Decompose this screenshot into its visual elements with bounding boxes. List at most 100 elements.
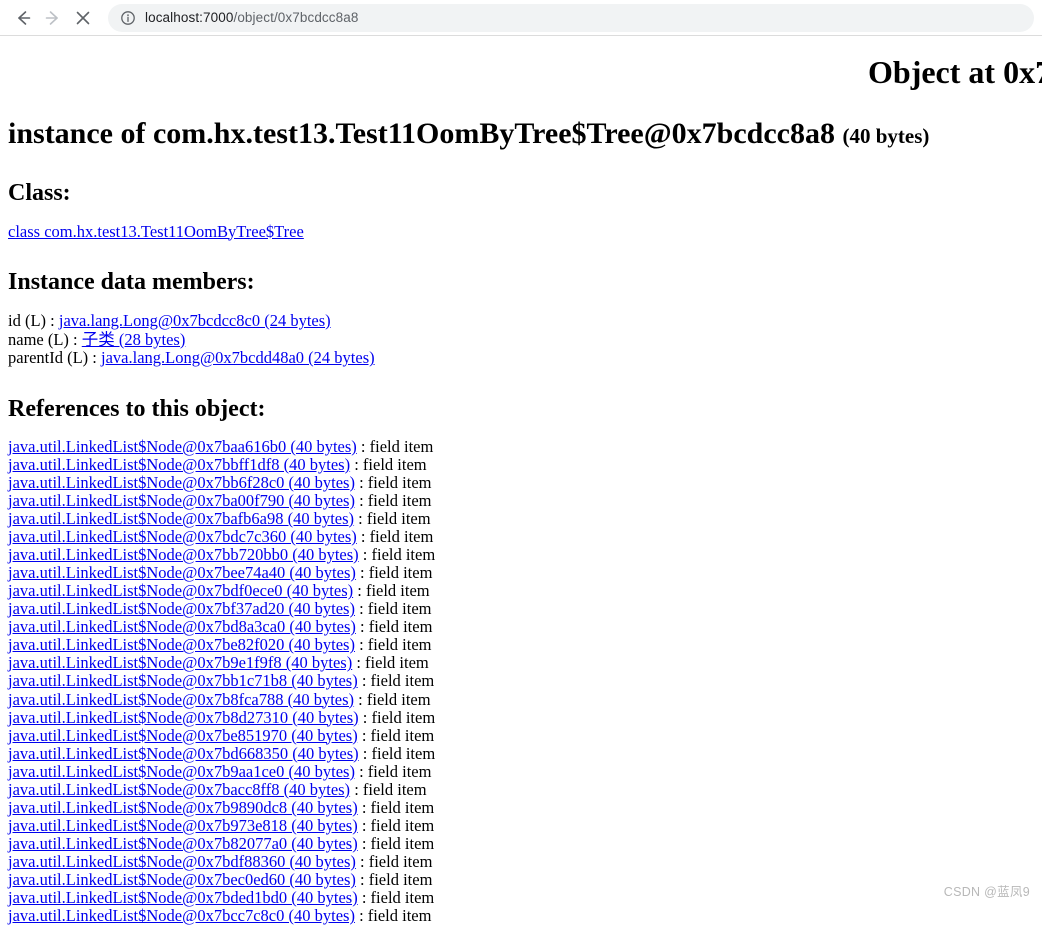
reference-link[interactable]: java.util.LinkedList$Node@0x7b973e818 (4… bbox=[8, 816, 358, 835]
reference-field-label: : field item bbox=[353, 581, 430, 601]
reference-row: java.util.LinkedList$Node@0x7bf37ad20 (4… bbox=[8, 600, 1034, 618]
reference-link[interactable]: java.util.LinkedList$Node@0x7bb1c71b8 (4… bbox=[8, 671, 358, 690]
member-row: parentId (L) : java.lang.Long@0x7bcdd48a… bbox=[8, 348, 1034, 368]
reference-field-label: : field item bbox=[357, 797, 435, 817]
watermark: CSDN @蓝凤9 bbox=[943, 885, 1030, 899]
forward-arrow-icon bbox=[43, 8, 63, 28]
forward-button[interactable] bbox=[38, 3, 68, 33]
reference-row: java.util.LinkedList$Node@0x7bb1c71b8 (4… bbox=[8, 672, 1034, 690]
reference-field-label: : field item bbox=[355, 851, 433, 871]
reference-row: java.util.LinkedList$Node@0x7bacc8ff8 (4… bbox=[8, 780, 1034, 799]
reference-link[interactable]: java.util.LinkedList$Node@0x7be82f020 (4… bbox=[8, 635, 355, 654]
reference-link[interactable]: java.util.LinkedList$Node@0x7bbff1df8 (4… bbox=[8, 455, 350, 474]
reference-link[interactable]: java.util.LinkedList$Node@0x7b8fca788 (4… bbox=[8, 690, 354, 709]
member-label: name (L) : bbox=[8, 329, 78, 349]
reference-link[interactable]: java.util.LinkedList$Node@0x7bd668350 (4… bbox=[8, 744, 359, 763]
reference-row: java.util.LinkedList$Node@0x7bdf88360 (4… bbox=[8, 851, 1034, 871]
back-button[interactable] bbox=[8, 3, 38, 33]
object-heading: instance of com.hx.test13.Test11OomByTre… bbox=[8, 117, 1034, 152]
reference-row: java.util.LinkedList$Node@0x7bbff1df8 (4… bbox=[8, 454, 1034, 474]
class-link[interactable]: class com.hx.test13.Test11OomByTree$Tree bbox=[8, 222, 304, 241]
reference-link[interactable]: java.util.LinkedList$Node@0x7bf37ad20 (4… bbox=[8, 599, 355, 618]
reference-row: java.util.LinkedList$Node@0x7b82077a0 (4… bbox=[8, 833, 1034, 853]
stop-x-icon bbox=[73, 8, 93, 28]
reference-link[interactable]: java.util.LinkedList$Node@0x7bded1bd0 (4… bbox=[8, 888, 358, 907]
reference-link[interactable]: java.util.LinkedList$Node@0x7b9890dc8 (4… bbox=[8, 798, 358, 817]
page-info-icon[interactable] bbox=[120, 10, 136, 26]
reference-link[interactable]: java.util.LinkedList$Node@0x7be851970 (4… bbox=[8, 726, 358, 745]
object-size: (40 bytes) bbox=[842, 124, 930, 148]
reference-field-label: : field item bbox=[354, 472, 432, 492]
stop-loading-button[interactable] bbox=[68, 3, 98, 33]
reference-row: java.util.LinkedList$Node@0x7b8fca788 (4… bbox=[8, 689, 1034, 709]
reference-row: java.util.LinkedList$Node@0x7bafb6a98 (4… bbox=[8, 510, 1034, 528]
member-value-link[interactable]: java.lang.Long@0x7bcdd48a0 (24 bytes) bbox=[101, 348, 375, 367]
reference-field-label: : field item bbox=[355, 870, 433, 889]
reference-row: java.util.LinkedList$Node@0x7bd668350 (4… bbox=[8, 743, 1034, 763]
reference-link[interactable]: java.util.LinkedList$Node@0x7b9aa1ce0 (4… bbox=[8, 762, 355, 781]
url-text: localhost:7000/object/0x7bcdcc8a8 bbox=[145, 10, 358, 25]
reference-field-label: : field item bbox=[358, 545, 436, 565]
reference-field-label: : field item bbox=[354, 906, 432, 925]
reference-field-label: : field item bbox=[357, 833, 435, 853]
reference-link[interactable]: java.util.LinkedList$Node@0x7bee74a40 (4… bbox=[8, 563, 356, 582]
reference-field-label: : field item bbox=[355, 617, 433, 637]
reference-link[interactable]: java.util.LinkedList$Node@0x7bcc7c8c0 (4… bbox=[8, 906, 355, 925]
reference-row: java.util.LinkedList$Node@0x7b973e818 (4… bbox=[8, 815, 1034, 835]
member-row: id (L) : java.lang.Long@0x7bcdcc8c0 (24 … bbox=[8, 311, 1034, 331]
reference-link[interactable]: java.util.LinkedList$Node@0x7bacc8ff8 (4… bbox=[8, 780, 350, 799]
reference-field-label: : field item bbox=[350, 454, 427, 474]
class-section-title: Class: bbox=[8, 179, 71, 206]
reference-link[interactable]: java.util.LinkedList$Node@0x7bec0ed60 (4… bbox=[8, 870, 356, 889]
reference-link[interactable]: java.util.LinkedList$Node@0x7ba00f790 (4… bbox=[8, 491, 355, 510]
reference-row: java.util.LinkedList$Node@0x7be851970 (4… bbox=[8, 725, 1034, 745]
reference-link[interactable]: java.util.LinkedList$Node@0x7bdf0ece0 (4… bbox=[8, 581, 353, 600]
back-arrow-icon bbox=[13, 8, 33, 28]
member-value-link[interactable]: 子类 (28 bytes) bbox=[82, 330, 186, 349]
reference-row: java.util.LinkedList$Node@0x7ba00f790 (4… bbox=[8, 491, 1034, 510]
reference-link[interactable]: java.util.LinkedList$Node@0x7bb720bb0 (4… bbox=[8, 545, 359, 564]
reference-field-label: : field item bbox=[356, 436, 434, 456]
reference-link[interactable]: java.util.LinkedList$Node@0x7b9e1f9f8 (4… bbox=[8, 653, 352, 672]
url-path: /object/0x7bcdcc8a8 bbox=[233, 10, 359, 25]
reference-field-label: : field item bbox=[355, 563, 433, 583]
address-bar[interactable]: localhost:7000/object/0x7bcdcc8a8 bbox=[108, 3, 1034, 32]
reference-link[interactable]: java.util.LinkedList$Node@0x7bafb6a98 (4… bbox=[8, 509, 354, 528]
class-row: class com.hx.test13.Test11OomByTree$Tree bbox=[8, 222, 1034, 242]
reference-row: java.util.LinkedList$Node@0x7bd8a3ca0 (4… bbox=[8, 618, 1034, 636]
reference-field-label: : field item bbox=[357, 725, 435, 745]
reference-field-label: : field item bbox=[357, 671, 435, 691]
reference-field-label: : field item bbox=[354, 689, 431, 709]
reference-row: java.util.LinkedList$Node@0x7bcc7c8c0 (4… bbox=[8, 907, 1034, 925]
reference-row: java.util.LinkedList$Node@0x7bb6f28c0 (4… bbox=[8, 472, 1034, 492]
reference-row: java.util.LinkedList$Node@0x7baa616b0 (4… bbox=[8, 436, 1034, 456]
reference-row: java.util.LinkedList$Node@0x7b9e1f9f8 (4… bbox=[8, 654, 1034, 672]
reference-link[interactable]: java.util.LinkedList$Node@0x7b8d27310 (4… bbox=[8, 708, 359, 727]
reference-link[interactable]: java.util.LinkedList$Node@0x7bdc7c360 (4… bbox=[8, 527, 357, 546]
page-content: Object at 0x7bcdcc8a8 instance of com.hx… bbox=[0, 54, 1042, 925]
members-section-title: Instance data members: bbox=[8, 269, 255, 296]
member-label: id (L) : bbox=[8, 311, 55, 331]
reference-field-label: : field item bbox=[357, 815, 435, 835]
class-section-body: class com.hx.test13.Test11OomByTree$Tree bbox=[8, 222, 1034, 242]
member-value-link[interactable]: java.lang.Long@0x7bcdcc8c0 (24 bytes) bbox=[59, 311, 331, 330]
reference-field-label: : field item bbox=[358, 743, 436, 763]
reference-link[interactable]: java.util.LinkedList$Node@0x7baa616b0 (4… bbox=[8, 437, 357, 456]
reference-field-label: : field item bbox=[357, 888, 435, 908]
page-title: Object at 0x7bcdcc8a8 bbox=[868, 54, 1042, 90]
reference-link[interactable]: java.util.LinkedList$Node@0x7bdf88360 (4… bbox=[8, 852, 356, 871]
reference-row: java.util.LinkedList$Node@0x7bee74a40 (4… bbox=[8, 564, 1034, 582]
reference-row: java.util.LinkedList$Node@0x7bec0ed60 (4… bbox=[8, 870, 1034, 889]
member-row: name (L) : 子类 (28 bytes) bbox=[8, 329, 1034, 350]
reference-link[interactable]: java.util.LinkedList$Node@0x7b82077a0 (4… bbox=[8, 834, 358, 853]
browser-toolbar: localhost:7000/object/0x7bcdcc8a8 bbox=[0, 0, 1042, 36]
reference-link[interactable]: java.util.LinkedList$Node@0x7bb6f28c0 (4… bbox=[8, 473, 355, 492]
member-label: parentId (L) : bbox=[8, 348, 97, 368]
reference-link[interactable]: java.util.LinkedList$Node@0x7bd8a3ca0 (4… bbox=[8, 617, 356, 636]
reference-field-label: : field item bbox=[354, 761, 432, 781]
reference-field-label: : field item bbox=[352, 653, 429, 673]
reference-row: java.util.LinkedList$Node@0x7b8d27310 (4… bbox=[8, 708, 1034, 727]
reference-field-label: : field item bbox=[354, 509, 431, 529]
reference-row: java.util.LinkedList$Node@0x7bdc7c360 (4… bbox=[8, 528, 1034, 546]
reference-row: java.util.LinkedList$Node@0x7bdf0ece0 (4… bbox=[8, 582, 1034, 600]
